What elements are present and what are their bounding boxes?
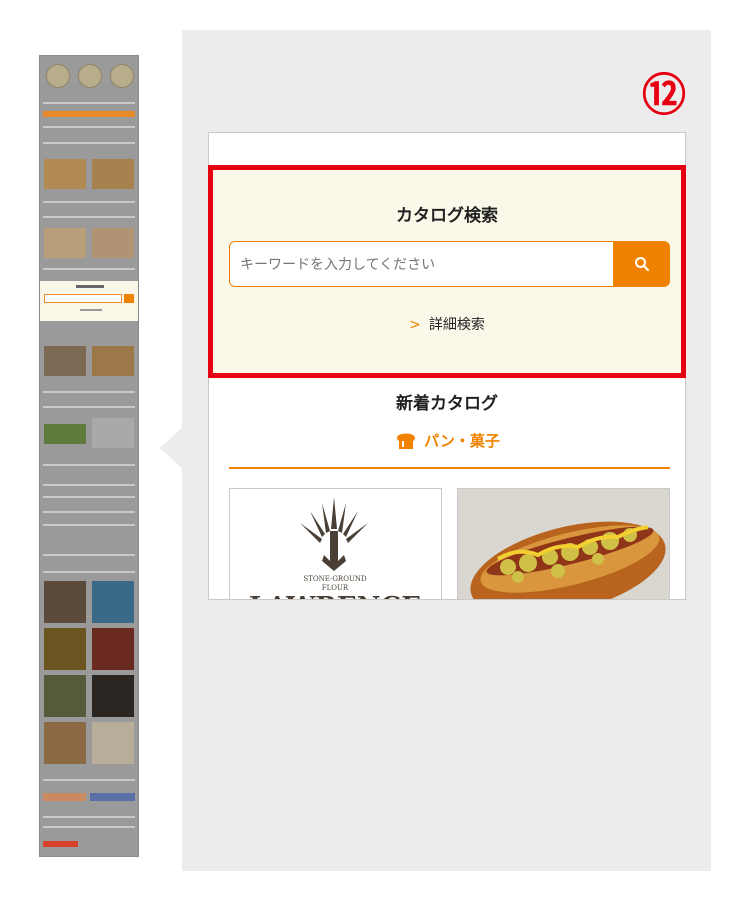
thumbnail-catalog-search-highlight bbox=[40, 281, 138, 321]
bread-icon bbox=[397, 433, 416, 449]
catalog-card-lawrence[interactable]: STONE-GROUND FLOUR LAWRENCE bbox=[229, 488, 442, 600]
logo-text-flour: FLOUR bbox=[322, 584, 349, 592]
new-catalog-title: 新着カタログ bbox=[396, 394, 498, 414]
catalog-badge-icon bbox=[78, 64, 102, 88]
hot-dog-bread-photo bbox=[458, 489, 669, 599]
catalog-card-hotdog[interactable] bbox=[457, 488, 670, 599]
highlight-box bbox=[208, 165, 686, 378]
page-thumbnail bbox=[39, 55, 139, 857]
annotation-number: ⑫ bbox=[642, 70, 686, 121]
qa-badge-icon bbox=[110, 64, 134, 88]
callout-pointer bbox=[160, 428, 182, 468]
category-label: パン・菓子 bbox=[424, 431, 500, 450]
category-heading: パン・菓子 bbox=[209, 429, 685, 451]
recipe-badge-icon bbox=[46, 64, 70, 88]
lawrence-flour-logo: STONE-GROUND FLOUR LAWRENCE bbox=[249, 497, 421, 600]
logo-text-stone-ground: STONE-GROUND bbox=[303, 575, 367, 583]
logo-text-lawrence: LAWRENCE bbox=[249, 592, 421, 600]
category-divider bbox=[229, 467, 670, 469]
